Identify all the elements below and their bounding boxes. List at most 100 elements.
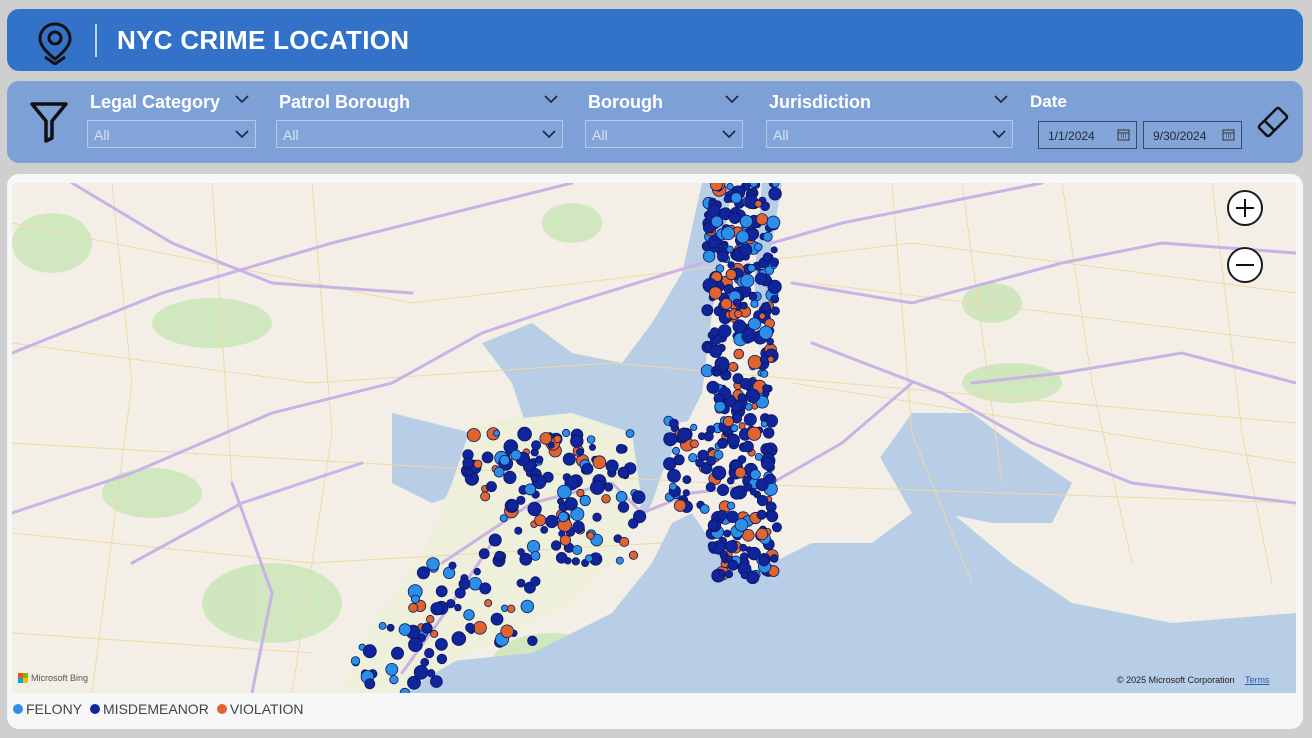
chevron-down-icon[interactable]	[994, 94, 1008, 104]
crime-point[interactable]	[770, 246, 778, 254]
crime-point[interactable]	[581, 462, 594, 475]
crime-point[interactable]	[539, 432, 553, 445]
crime-point[interactable]	[771, 183, 780, 188]
crime-point[interactable]	[750, 299, 759, 308]
crime-point[interactable]	[749, 183, 758, 188]
crime-point[interactable]	[499, 454, 511, 466]
crime-point[interactable]	[703, 431, 714, 442]
chevron-down-icon[interactable]	[544, 94, 558, 104]
crime-point[interactable]	[617, 466, 630, 479]
crime-point[interactable]	[739, 378, 752, 390]
crime-point[interactable]	[615, 490, 628, 503]
crime-point[interactable]	[706, 455, 716, 466]
terms-link[interactable]: Terms	[1245, 675, 1270, 685]
crime-point[interactable]	[741, 528, 755, 542]
crime-point[interactable]	[462, 457, 475, 469]
crime-point[interactable]	[710, 215, 723, 228]
crime-point[interactable]	[729, 212, 741, 225]
crime-point[interactable]	[747, 263, 756, 273]
crime-point[interactable]	[524, 483, 537, 496]
crime-point[interactable]	[398, 623, 412, 636]
crime-point[interactable]	[555, 551, 568, 564]
crime-point[interactable]	[721, 226, 736, 241]
crime-point[interactable]	[530, 550, 541, 561]
crime-point[interactable]	[500, 624, 515, 639]
crime-point[interactable]	[557, 511, 569, 523]
crime-point[interactable]	[465, 622, 475, 633]
crime-point[interactable]	[767, 355, 775, 363]
crime-point[interactable]	[526, 539, 541, 554]
crime-point[interactable]	[364, 678, 376, 690]
crime-point[interactable]	[350, 656, 361, 666]
crime-point[interactable]	[585, 554, 594, 563]
crime-point[interactable]	[386, 623, 395, 632]
crime-point[interactable]	[570, 434, 584, 448]
crime-point[interactable]	[458, 578, 471, 590]
crime-point[interactable]	[531, 440, 542, 451]
crime-point[interactable]	[663, 432, 678, 447]
crime-point[interactable]	[760, 302, 771, 313]
crime-point[interactable]	[625, 429, 635, 438]
borough-dropdown[interactable]: All	[585, 120, 743, 148]
crime-point[interactable]	[673, 499, 687, 512]
crime-point[interactable]	[464, 468, 474, 477]
crime-point[interactable]	[720, 242, 729, 250]
crime-point[interactable]	[488, 533, 502, 547]
crime-point[interactable]	[756, 494, 769, 507]
crime-point[interactable]	[493, 466, 505, 478]
crime-point[interactable]	[770, 554, 779, 563]
crime-point[interactable]	[517, 548, 525, 556]
crime-point[interactable]	[760, 369, 769, 378]
crime-point[interactable]	[766, 510, 779, 523]
crime-point[interactable]	[481, 451, 494, 464]
crime-point[interactable]	[740, 301, 748, 310]
crime-point[interactable]	[473, 567, 481, 576]
crime-point[interactable]	[605, 459, 619, 473]
crime-point[interactable]	[707, 235, 721, 249]
crime-point[interactable]	[557, 497, 565, 505]
crime-point[interactable]	[737, 392, 747, 402]
crime-point[interactable]	[592, 512, 602, 522]
crime-point[interactable]	[586, 435, 596, 444]
crime-point[interactable]	[723, 415, 735, 427]
crime-point[interactable]	[725, 540, 738, 553]
crime-point[interactable]	[760, 420, 768, 428]
crime-point[interactable]	[490, 612, 504, 626]
crime-point[interactable]	[730, 192, 743, 204]
end-date-input[interactable]: 9/30/2024	[1143, 121, 1242, 149]
crime-point[interactable]	[736, 230, 750, 244]
crime-point[interactable]	[754, 272, 768, 285]
crime-point[interactable]	[743, 412, 757, 426]
crime-point[interactable]	[739, 243, 753, 257]
crime-point[interactable]	[724, 569, 734, 579]
crime-point[interactable]	[615, 556, 624, 565]
crime-point[interactable]	[762, 231, 773, 242]
crime-point[interactable]	[390, 646, 404, 660]
crime-point[interactable]	[701, 304, 714, 317]
crime-point[interactable]	[426, 557, 440, 571]
crime-point[interactable]	[734, 466, 747, 479]
crime-point[interactable]	[545, 514, 559, 529]
crime-point[interactable]	[745, 388, 761, 404]
crime-point[interactable]	[579, 494, 591, 507]
crime-point[interactable]	[750, 469, 761, 481]
crime-point[interactable]	[451, 631, 467, 646]
crime-point[interactable]	[485, 481, 497, 493]
legend-item-felony[interactable]: FELONY	[13, 701, 82, 717]
crime-point[interactable]	[617, 501, 630, 513]
crime-point[interactable]	[740, 571, 749, 580]
crime-point[interactable]	[758, 312, 766, 320]
crime-point[interactable]	[713, 369, 721, 377]
crime-point[interactable]	[762, 384, 771, 393]
crime-point[interactable]	[713, 449, 724, 460]
crime-point[interactable]	[727, 261, 735, 269]
crime-point[interactable]	[730, 424, 739, 433]
crime-point[interactable]	[430, 675, 443, 688]
crime-point[interactable]	[762, 252, 773, 262]
crime-point[interactable]	[559, 534, 572, 546]
crime-point[interactable]	[725, 268, 737, 281]
crime-point[interactable]	[672, 446, 681, 455]
crime-point[interactable]	[677, 427, 691, 442]
crime-point[interactable]	[479, 582, 492, 595]
crime-point[interactable]	[754, 199, 763, 208]
